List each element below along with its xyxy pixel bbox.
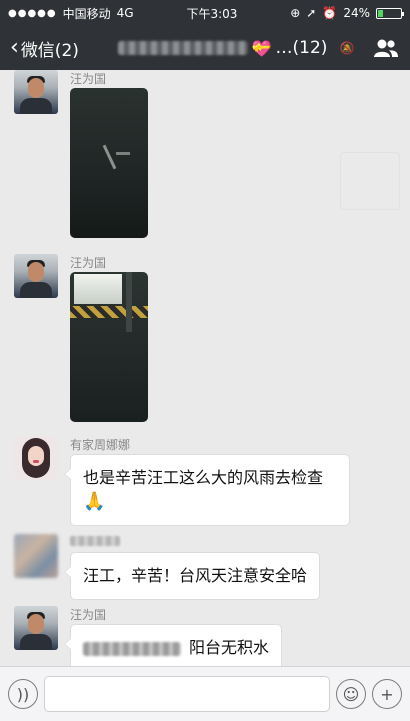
title-member-count: …(12) — [275, 38, 328, 58]
sender-name: 汪为国 — [70, 72, 107, 86]
blurred-group-name — [117, 41, 248, 55]
status-bar: ●●●●● 中国移动 4G 下午3:03 ⊕ ➚ ⏰ 24% — [0, 0, 410, 26]
network-type: 4G — [116, 6, 134, 20]
plus-icon: + — [380, 684, 394, 704]
image-message[interactable] — [70, 88, 148, 238]
message-row: 有家周娜娜 也是辛苦汪工这么大的风雨去检查 🙏 — [0, 436, 410, 526]
battery-icon — [375, 7, 404, 19]
back-label: 微信(2) — [20, 40, 79, 61]
message-text: 汪工，辛苦！台风天注意安全哈 — [83, 566, 308, 585]
emoji-button[interactable]: ☺ — [336, 679, 366, 709]
message-row: 汪为国 — [0, 70, 410, 245]
text-message[interactable]: 汪工，辛苦！台风天注意安全哈 — [63, 552, 321, 600]
message-row: 汪工，辛苦！台风天注意安全哈 — [0, 534, 410, 604]
message-text: 阳台无积水 — [189, 638, 270, 657]
blurred-sender-name — [70, 536, 120, 546]
back-button[interactable]: ‹ 微信(2) — [0, 36, 110, 61]
clock: 下午3:03 — [186, 6, 238, 21]
input-bar: )) ☺ + — [0, 666, 410, 721]
heart-icon: 💝 — [251, 38, 272, 58]
group-members-button[interactable] — [362, 38, 410, 58]
signal-icon: ●●●●● — [8, 7, 57, 19]
pray-emoji: 🙏 — [83, 491, 106, 512]
chat-header: ‹ 微信(2) 💝 …(12) 🔕 — [0, 26, 410, 70]
voice-button[interactable]: )) — [8, 679, 38, 709]
sender-name: 汪为国 — [70, 608, 107, 622]
location-icon: ➚ — [306, 6, 317, 20]
chat-title: 💝 …(12) 🔕 — [110, 38, 362, 58]
avatar[interactable] — [14, 70, 58, 114]
avatar[interactable] — [14, 606, 58, 650]
carrier-name: 中国移动 — [62, 6, 111, 21]
text-message[interactable]: 也是辛苦汪工这么大的风雨去检查 🙏 — [64, 454, 350, 526]
chat-area[interactable]: 汪为国 汪为国 有家周娜娜 也是辛苦汪工这么大的风雨去检查 🙏 汪工，辛苦！台风… — [0, 70, 410, 666]
lock-rotation-icon: ⊕ — [290, 6, 301, 20]
message-input[interactable] — [44, 676, 330, 712]
avatar[interactable] — [14, 254, 58, 298]
text-message[interactable]: 阳台无积水 — [63, 624, 283, 666]
message-row: 汪为国 阳台无积水 — [0, 606, 410, 666]
smiley-icon: ☺ — [342, 684, 360, 704]
avatar[interactable] — [14, 534, 58, 578]
alarm-icon: ⏰ — [322, 6, 338, 20]
message-row: 汪为国 — [0, 254, 410, 429]
battery-percent: 24% — [343, 6, 370, 20]
people-icon — [374, 39, 398, 57]
sender-name: 有家周娜娜 — [70, 438, 131, 452]
chevron-left-icon: ‹ — [10, 35, 19, 60]
more-button[interactable]: + — [372, 679, 402, 709]
message-text: 也是辛苦汪工这么大的风雨去检查 — [83, 468, 324, 487]
blurred-text — [83, 641, 181, 656]
sender-name: 汪为国 — [70, 256, 107, 270]
image-message[interactable] — [70, 272, 148, 422]
voice-icon: )) — [16, 684, 30, 704]
avatar[interactable] — [14, 436, 58, 480]
mute-icon: 🔕 — [339, 41, 355, 55]
